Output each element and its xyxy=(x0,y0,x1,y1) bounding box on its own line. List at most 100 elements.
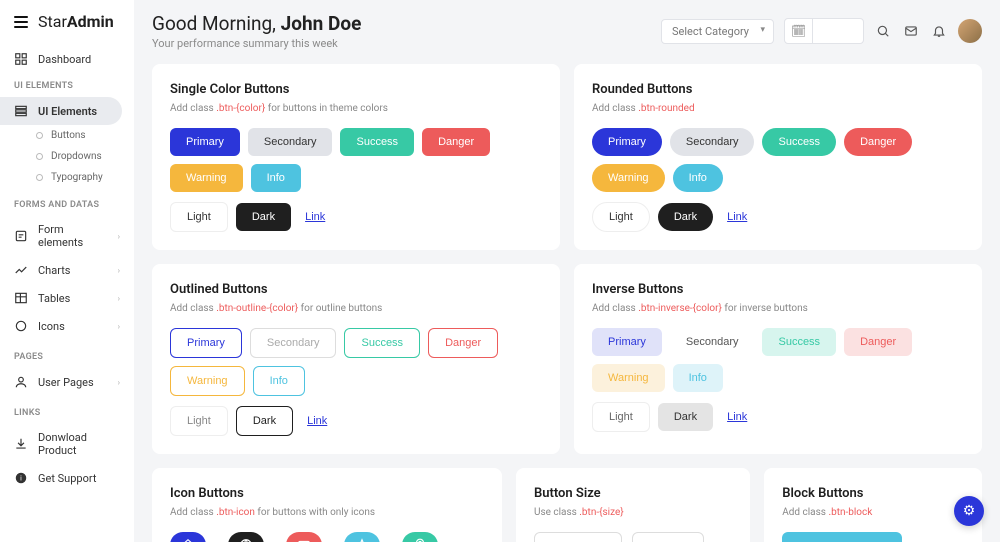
avatar[interactable] xyxy=(958,19,982,43)
btn-danger[interactable]: Danger xyxy=(422,128,490,156)
card-icon-buttons: Icon Buttons Add class .btn-icon for but… xyxy=(152,468,502,542)
chevron-right-icon: › xyxy=(118,322,120,331)
btn-secondary-outline[interactable]: Secondary xyxy=(250,328,337,358)
btn-link-outline[interactable]: Link xyxy=(301,407,333,435)
nav-section-links: LINKS xyxy=(0,408,134,424)
nav-icons[interactable]: Icons› xyxy=(0,312,134,340)
card-hint: Add class .btn-{color} for buttons in th… xyxy=(170,103,542,114)
btn-info[interactable]: Info xyxy=(251,164,301,192)
card-title: Single Color Buttons xyxy=(170,82,542,97)
btn-secondary[interactable]: Secondary xyxy=(248,128,333,156)
card-title: Icon Buttons xyxy=(170,486,484,501)
nav-label: Dashboard xyxy=(38,53,91,66)
btn-secondary-rounded[interactable]: Secondary xyxy=(670,128,755,156)
btn-danger-rounded[interactable]: Danger xyxy=(844,128,912,156)
btn-warning-outline[interactable]: Warning xyxy=(170,366,245,396)
card-title: Inverse Buttons xyxy=(592,282,964,297)
card-size: Button Size Use class .btn-{size} btn-lg… xyxy=(516,468,750,542)
user-icon xyxy=(14,375,28,389)
grid-icon xyxy=(14,52,28,66)
nav-tables[interactable]: Tables› xyxy=(0,284,134,312)
icon-btn-globe[interactable] xyxy=(228,532,264,542)
nav-form-elements[interactable]: Form elements› xyxy=(0,216,134,256)
btn-primary[interactable]: Primary xyxy=(170,128,240,156)
brand: StarAdmin xyxy=(0,12,134,45)
date-picker[interactable]: 🗓 xyxy=(784,18,864,44)
btn-dark-rounded[interactable]: Dark xyxy=(658,203,713,231)
search-icon[interactable] xyxy=(874,22,892,40)
btn-warning[interactable]: Warning xyxy=(170,164,243,192)
btn-warning-inverse[interactable]: Warning xyxy=(592,364,665,392)
card-hint: Add class .btn-icon for buttons with onl… xyxy=(170,507,484,518)
btn-success-inverse[interactable]: Success xyxy=(762,328,836,356)
nav-sub-dropdowns[interactable]: Dropdowns xyxy=(26,146,134,167)
btn-light-rounded[interactable]: Light xyxy=(592,202,650,232)
icons-icon xyxy=(14,319,28,333)
card-hint: Add class .btn-rounded xyxy=(592,103,964,114)
btn-dark-outline[interactable]: Dark xyxy=(236,406,293,436)
card-outlined: Outlined Buttons Add class .btn-outline-… xyxy=(152,264,560,454)
btn-light-inverse[interactable]: Light xyxy=(592,402,650,432)
btn-primary-inverse[interactable]: Primary xyxy=(592,328,662,356)
btn-light[interactable]: Light xyxy=(170,202,228,232)
btn-link-rounded[interactable]: Link xyxy=(721,203,753,231)
btn-md-outline[interactable]: btn-md xyxy=(632,532,704,542)
icon-btn-mail[interactable] xyxy=(286,532,322,542)
btn-success-outline[interactable]: Success xyxy=(344,328,420,358)
btn-danger-inverse[interactable]: Danger xyxy=(844,328,912,356)
nav-support[interactable]: iGet Support xyxy=(0,464,134,492)
nav-ui-elements[interactable]: UI Elements xyxy=(0,97,122,125)
table-icon xyxy=(14,291,28,305)
nav-download[interactable]: Donwload Product xyxy=(0,424,134,464)
card-single-color: Single Color Buttons Add class .btn-{col… xyxy=(152,64,560,250)
btn-link-inverse[interactable]: Link xyxy=(721,403,753,431)
chevron-right-icon: › xyxy=(118,232,120,241)
card-rounded: Rounded Buttons Add class .btn-rounded P… xyxy=(574,64,982,250)
svg-text:i: i xyxy=(20,474,22,482)
btn-info-inverse[interactable]: Info xyxy=(673,364,723,392)
card-hint: Use class .btn-{size} xyxy=(534,507,732,518)
btn-light-outline[interactable]: Light xyxy=(170,406,228,436)
btn-primary-rounded[interactable]: Primary xyxy=(592,128,662,156)
nav-label: UI Elements xyxy=(38,105,97,118)
stack-icon xyxy=(14,104,28,118)
card-hint: Add class .btn-outline-{color} for outli… xyxy=(170,303,542,314)
nav-dashboard[interactable]: Dashboard xyxy=(0,45,134,73)
btn-success[interactable]: Success xyxy=(340,128,414,156)
btn-info-rounded[interactable]: Info xyxy=(673,164,723,192)
btn-dark-inverse[interactable]: Dark xyxy=(658,403,713,431)
card-hint: Add class .btn-inverse-{color} for inver… xyxy=(592,303,964,314)
btn-success-rounded[interactable]: Success xyxy=(762,128,836,156)
icon-btn-home[interactable] xyxy=(170,532,206,542)
icon-btn-star[interactable] xyxy=(344,532,380,542)
chevron-right-icon: › xyxy=(118,378,120,387)
form-icon xyxy=(14,229,28,243)
card-title: Rounded Buttons xyxy=(592,82,964,97)
card-inverse: Inverse Buttons Add class .btn-inverse-{… xyxy=(574,264,982,454)
btn-link[interactable]: Link xyxy=(299,203,331,231)
btn-block-info[interactable]: Block buttons ☰ xyxy=(782,532,902,542)
bell-icon[interactable] xyxy=(930,22,948,40)
topbar: Good Morning, John Doe Your performance … xyxy=(134,0,1000,54)
btn-primary-outline[interactable]: Primary xyxy=(170,328,242,358)
nav-sub-buttons[interactable]: Buttons xyxy=(26,125,134,146)
btn-info-outline[interactable]: Info xyxy=(253,366,305,396)
btn-warning-rounded[interactable]: Warning xyxy=(592,164,665,192)
nav-charts[interactable]: Charts› xyxy=(0,256,134,284)
card-title: Outlined Buttons xyxy=(170,282,542,297)
btn-secondary-inverse[interactable]: Secondary xyxy=(670,328,755,356)
nav-sub-typography[interactable]: Typography xyxy=(26,167,134,188)
chart-icon xyxy=(14,263,28,277)
sidebar: StarAdmin Dashboard UI ELEMENTS UI Eleme… xyxy=(0,0,134,542)
info-icon: i xyxy=(14,471,28,485)
nav-user-pages[interactable]: User Pages› xyxy=(0,368,134,396)
mail-icon[interactable] xyxy=(902,22,920,40)
btn-dark[interactable]: Dark xyxy=(236,203,291,231)
btn-lg-outline[interactable]: btn-lg xyxy=(534,532,622,542)
settings-fab[interactable]: ⚙ xyxy=(954,496,984,526)
btn-danger-outline[interactable]: Danger xyxy=(428,328,498,358)
category-select[interactable]: Select Category xyxy=(661,19,774,44)
icon-btn-pin[interactable] xyxy=(402,532,438,542)
brand-name: StarAdmin xyxy=(38,12,114,31)
menu-toggle-icon[interactable] xyxy=(14,16,28,28)
